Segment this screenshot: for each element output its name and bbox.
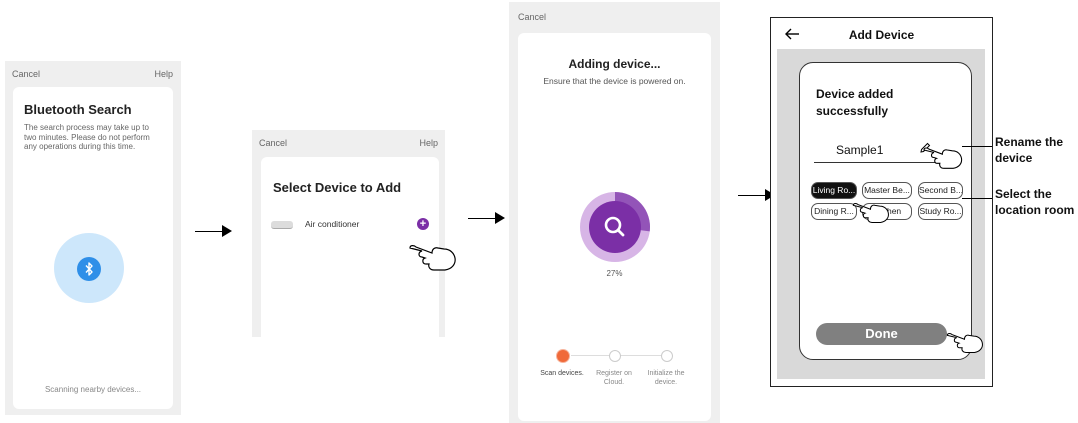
room-chip-study-room[interactable]: Study Ro...: [918, 203, 963, 220]
bluetooth-icon: [77, 257, 101, 281]
cancel-button[interactable]: Cancel: [12, 69, 40, 79]
page-subtitle: Ensure that the device is powered on.: [543, 76, 686, 86]
annotation-leader-line: [962, 198, 992, 199]
done-button[interactable]: Done: [816, 323, 947, 345]
hand-pointer-icon: [852, 202, 889, 223]
add-device-button[interactable]: +: [417, 218, 429, 230]
page-title: Add Device: [848, 28, 915, 42]
stepper-line: [571, 355, 671, 356]
step-cloud-icon: [609, 350, 621, 362]
page-title: Adding device...: [568, 57, 661, 71]
annotation-leader-line: [962, 146, 992, 147]
flow-arrow-line: [468, 218, 496, 219]
hand-pointer-icon: [946, 332, 983, 353]
page-title: Select Device to Add: [273, 180, 402, 195]
flow-arrow-line: [738, 195, 766, 196]
flow-arrow-head: [222, 225, 232, 237]
page-title: Bluetooth Search: [24, 102, 132, 117]
bluetooth-search-card: Bluetooth Search The search process may …: [13, 87, 173, 409]
rename-annotation: Rename the device: [995, 135, 1064, 165]
device-name: Sample1: [836, 143, 884, 157]
help-button[interactable]: Help: [154, 69, 173, 79]
search-description: The search process may take up to two mi…: [24, 123, 150, 151]
step-label: Register on Cloud.: [596, 370, 632, 386]
step-label: Scan devices.: [540, 370, 584, 377]
progress-percent: 27%: [606, 269, 623, 278]
progress-ring: [580, 192, 650, 262]
select-device-screen: Cancel Help Select Device to Add Air con…: [252, 130, 445, 337]
hand-pointer-icon: [409, 245, 456, 271]
adding-device-card: Adding device... Ensure that the device …: [518, 33, 711, 421]
adding-device-screen: Cancel Adding device... Ensure that the …: [509, 2, 720, 423]
step-scan-icon: [556, 349, 570, 363]
step-init-icon: [661, 350, 673, 362]
hand-pointer-icon: [923, 147, 963, 169]
location-annotation: Select the location room: [995, 187, 1075, 217]
device-name: Air conditioner: [305, 219, 360, 229]
bluetooth-search-screen: Cancel Help Bluetooth Search The search …: [5, 61, 181, 415]
flow-arrow-line: [195, 231, 223, 232]
room-chip-second-bedroom[interactable]: Second B...: [918, 182, 963, 199]
cancel-button[interactable]: Cancel: [259, 138, 287, 148]
scan-status: Scanning nearby devices...: [44, 385, 142, 394]
success-text: Device added successfully: [816, 87, 894, 118]
step-label: Initialize the device.: [647, 370, 685, 386]
air-conditioner-icon: [271, 221, 293, 229]
flow-arrow-head: [495, 212, 505, 224]
cancel-button[interactable]: Cancel: [518, 12, 546, 22]
help-button[interactable]: Help: [419, 138, 438, 148]
